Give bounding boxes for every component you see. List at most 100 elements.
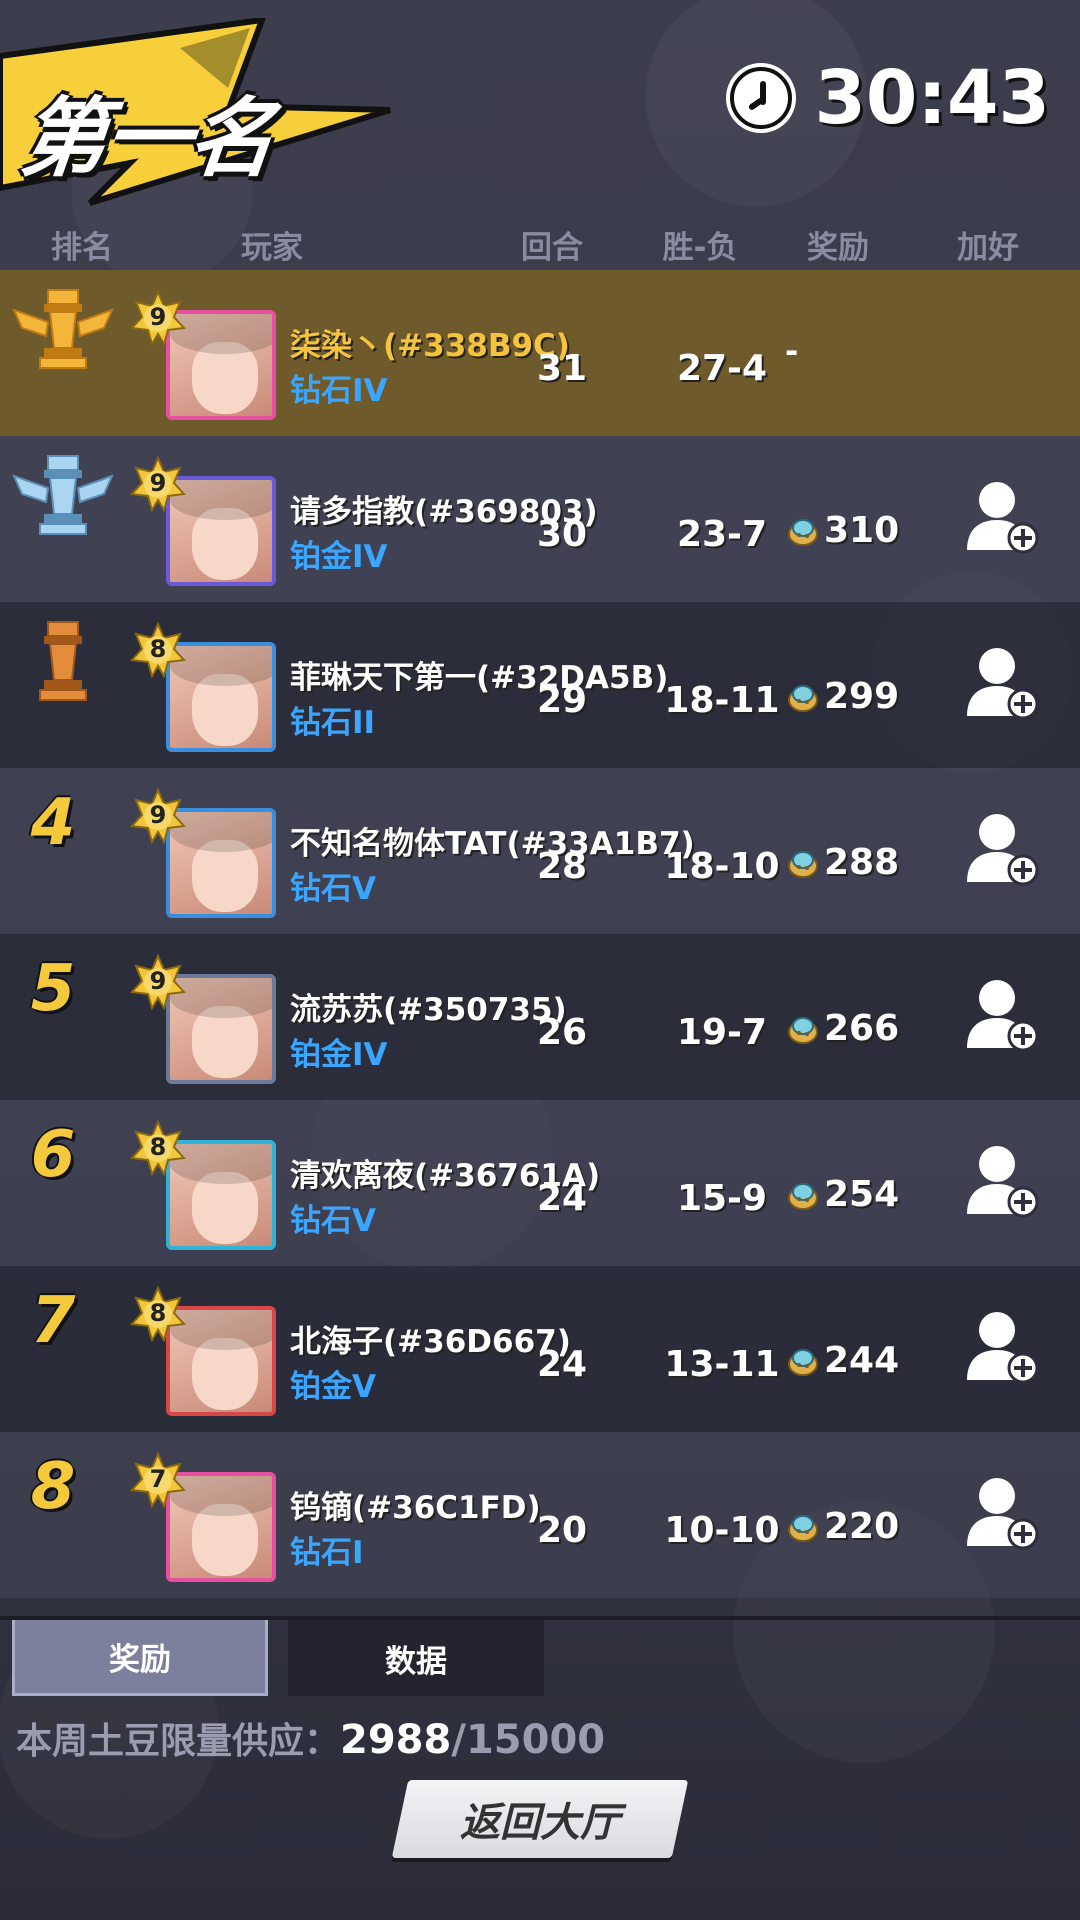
rounds-value: 26 [536,1012,588,1053]
add-friend-icon[interactable] [965,808,1041,888]
table-row: 4 9 不知名物体TAT(#33A1B7) 钻石V 28 18-10 288 [0,768,1080,934]
add-friend-icon[interactable] [965,1306,1041,1386]
level-number: 9 [149,801,167,829]
tab-data[interactable]: 数据 [288,1620,544,1696]
potato-coin-icon [788,1182,818,1210]
player-avatar[interactable]: 8 [130,622,280,757]
player-avatar[interactable]: 9 [130,954,280,1089]
level-badge: 9 [130,456,186,512]
potato-coin-icon [788,684,818,712]
player-name: 柒染丶(#338B9C) [290,328,570,364]
back-to-lobby-button[interactable]: 返回大厅 [391,1780,689,1858]
gold-trophy-icon [12,289,114,369]
reward: 310 [786,510,899,551]
win-loss-value: 18-10 [664,846,780,887]
player-avatar[interactable]: 9 [130,456,280,591]
reward: 299 [786,676,899,717]
bronze-trophy-icon [39,621,87,701]
player-avatar[interactable]: 8 [130,1120,280,1255]
potato-coin-icon [788,850,818,878]
reward: 244 [786,1340,899,1381]
col-player: 玩家 [241,230,303,266]
reward-value: 310 [824,510,900,551]
reward-value: 299 [824,676,900,717]
add-friend-icon[interactable] [965,1140,1041,1220]
bottom-tabs: 奖励 数据 [12,1620,544,1696]
level-number: 8 [149,1133,167,1161]
player-avatar[interactable]: 7 [130,1452,280,1587]
win-loss-value: 10-10 [664,1510,780,1551]
player-name: 流苏苏(#350735) [290,992,567,1028]
clock-icon [730,67,793,129]
player-tier: 钻石IV [290,373,388,409]
rounds-value: 31 [536,348,588,389]
timer: 30:43 [730,55,1050,141]
level-number: 9 [149,469,167,497]
level-badge: 9 [130,788,186,844]
level-badge: 8 [130,1286,186,1342]
table-row: 5 9 流苏苏(#350735) 铂金IV 26 19-7 266 [0,934,1080,1100]
player-name: 菲琳天下第一(#32DA5B) [290,660,669,696]
rank-title: 第一名 [15,89,279,189]
table-row: 9 柒染丶(#338B9C) 钻石IV 31 27-4- [0,270,1080,436]
player-avatar[interactable]: 8 [130,1286,280,1421]
add-friend-icon[interactable] [965,974,1041,1054]
tab-reward[interactable]: 奖励 [12,1620,268,1696]
rank-banner: 第一名 [0,18,400,208]
reward: 220 [786,1506,899,1547]
player-tier: 铂金IV [290,1037,388,1073]
level-number: 8 [149,1299,167,1327]
reward-value: 220 [824,1506,900,1547]
add-friend-icon[interactable] [965,642,1041,722]
weekly-supply: 本周土豆限量供应：2988/15000 [16,1712,605,1764]
rounds-value: 29 [536,680,588,721]
win-loss-value: 13-11 [664,1344,780,1385]
reward-value: - [785,332,799,370]
silver-trophy-icon [12,455,114,535]
rank-number: 8 [30,1450,76,1524]
table-row: 8 7 钨镝(#36C1FD) 钻石I 20 10-10 220 [0,1432,1080,1598]
col-rounds: 回合 [521,230,583,266]
supply-max: /15000 [451,1717,606,1763]
add-friend-icon[interactable] [965,1472,1041,1552]
timer-text: 30:43 [814,55,1050,141]
player-name: 不知名物体TAT(#33A1B7) [290,826,695,862]
reward-value: 254 [824,1174,900,1215]
level-badge: 8 [130,1120,186,1176]
win-loss-value: 27-4 [676,348,768,389]
player-tier: 钻石V [290,1203,376,1239]
table-row: 7 8 北海子(#36D667) 铂金V 24 13-11 244 [0,1266,1080,1432]
supply-current: 2988 [340,1717,452,1763]
add-friend-icon[interactable] [965,476,1041,556]
rounds-value: 28 [536,846,588,887]
player-avatar[interactable]: 9 [130,788,280,923]
player-tier: 钻石I [290,1535,364,1571]
level-badge: 9 [130,954,186,1010]
potato-coin-icon [788,518,818,546]
table-row: 8 菲琳天下第一(#32DA5B) 钻石II 29 18-11 299 [0,602,1080,768]
column-headers: 排名 玩家 回合 胜-负 奖励 加好友 [0,222,1080,311]
player-tier: 钻石II [290,705,376,741]
table-row: 9 请多指教(#369803) 铂金IV 30 23-7 310 [0,436,1080,602]
player-name: 钨镝(#36C1FD) [290,1490,541,1526]
win-loss-value: 19-7 [676,1012,768,1053]
back-to-lobby-label: 返回大厅 [460,1800,620,1846]
reward: 266 [786,1008,899,1049]
rounds-value: 24 [536,1178,588,1219]
level-badge: 9 [130,290,186,346]
potato-coin-icon [788,1016,818,1044]
supply-label: 本周土豆限量供应： [16,1721,341,1762]
win-loss-value: 15-9 [676,1178,768,1219]
reward: 288 [786,842,899,883]
reward: 254 [786,1174,899,1215]
reward-value: 266 [824,1008,900,1049]
player-tier: 钻石V [290,871,376,907]
rank-number: 6 [30,1118,76,1192]
level-number: 9 [149,303,167,331]
col-win-loss: 胜-负 [662,230,738,266]
table-row: 6 8 清欢离夜(#36761A) 钻石V 24 15-9 254 [0,1100,1080,1266]
player-avatar[interactable]: 9 [130,290,280,425]
col-reward: 奖励 [807,230,869,266]
rounds-value: 24 [536,1344,588,1385]
win-loss-value: 18-11 [664,680,780,721]
